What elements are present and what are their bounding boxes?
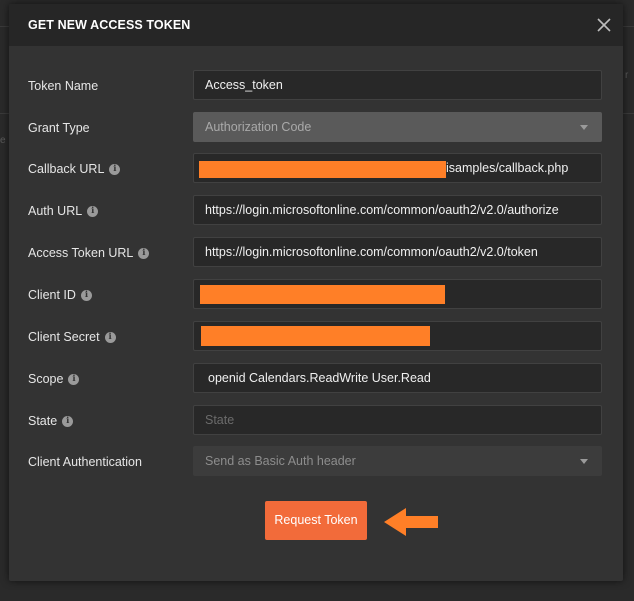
auth-url-input[interactable]: https://login.microsoftonline.com/common…: [193, 195, 602, 225]
grant-type-label: Grant Type: [28, 121, 90, 135]
access-token-url-label: Access Token URL i: [28, 246, 150, 260]
token-name-input[interactable]: Access_token: [193, 70, 602, 100]
close-icon: [597, 18, 611, 32]
info-icon[interactable]: i: [138, 247, 150, 259]
info-icon[interactable]: i: [87, 205, 99, 217]
client-authentication-label: Client Authentication: [28, 455, 142, 469]
token-name-label: Token Name: [28, 79, 99, 93]
chevron-down-icon: [580, 459, 588, 464]
callback-url-label: Callback URL i: [28, 162, 121, 176]
callback-url-visible-text: isamples/callback.php: [446, 161, 569, 175]
access-token-url-input[interactable]: https://login.microsoftonline.com/common…: [193, 237, 602, 267]
callback-url-row: Callback URL i isamples/callback.php: [9, 153, 623, 185]
state-label: State i: [28, 414, 74, 428]
get-new-access-token-dialog: GET NEW ACCESS TOKEN Token Name Access_t…: [9, 4, 623, 581]
chevron-down-icon: [580, 125, 588, 130]
client-id-label: Client ID i: [28, 288, 92, 302]
dialog-header: GET NEW ACCESS TOKEN: [9, 4, 623, 46]
client-authentication-row: Client Authentication Send as Basic Auth…: [9, 446, 623, 478]
grant-type-select[interactable]: Authorization Code: [193, 112, 602, 142]
auth-url-label: Auth URL i: [28, 204, 99, 218]
info-icon[interactable]: i: [109, 163, 121, 175]
dialog-title: GET NEW ACCESS TOKEN: [28, 18, 191, 32]
access-token-url-row: Access Token URL i https://login.microso…: [9, 237, 623, 269]
state-input[interactable]: State: [193, 405, 602, 435]
info-icon[interactable]: i: [80, 289, 92, 301]
redaction-mark: [201, 326, 430, 346]
state-row: State i State: [9, 405, 623, 437]
callback-url-input[interactable]: isamples/callback.php: [193, 153, 602, 183]
redaction-mark: [199, 161, 446, 178]
client-authentication-value: Send as Basic Auth header: [205, 454, 356, 468]
info-icon[interactable]: i: [62, 415, 74, 427]
scope-row: Scope i openid Calendars.ReadWrite User.…: [9, 363, 623, 395]
client-id-row: Client ID i: [9, 279, 623, 311]
close-button[interactable]: [594, 15, 614, 35]
client-authentication-select[interactable]: Send as Basic Auth header: [193, 446, 602, 476]
background-text-fragment: r: [625, 70, 629, 81]
redaction-mark: [200, 285, 445, 304]
info-icon[interactable]: i: [104, 331, 116, 343]
client-secret-label: Client Secret i: [28, 330, 116, 344]
scope-label: Scope i: [28, 372, 80, 386]
scope-input[interactable]: openid Calendars.ReadWrite User.Read: [193, 363, 602, 393]
token-name-row: Token Name Access_token: [9, 70, 623, 102]
info-icon[interactable]: i: [68, 373, 80, 385]
client-secret-row: Client Secret i: [9, 321, 623, 353]
request-token-button[interactable]: Request Token: [265, 501, 367, 540]
client-id-input[interactable]: [193, 279, 602, 309]
grant-type-value: Authorization Code: [205, 120, 312, 134]
background-text-fragment: e: [0, 135, 6, 146]
client-secret-input[interactable]: [193, 321, 602, 351]
arrow-left-icon: [384, 508, 438, 536]
auth-url-row: Auth URL i https://login.microsoftonline…: [9, 195, 623, 227]
grant-type-row: Grant Type Authorization Code: [9, 112, 623, 144]
